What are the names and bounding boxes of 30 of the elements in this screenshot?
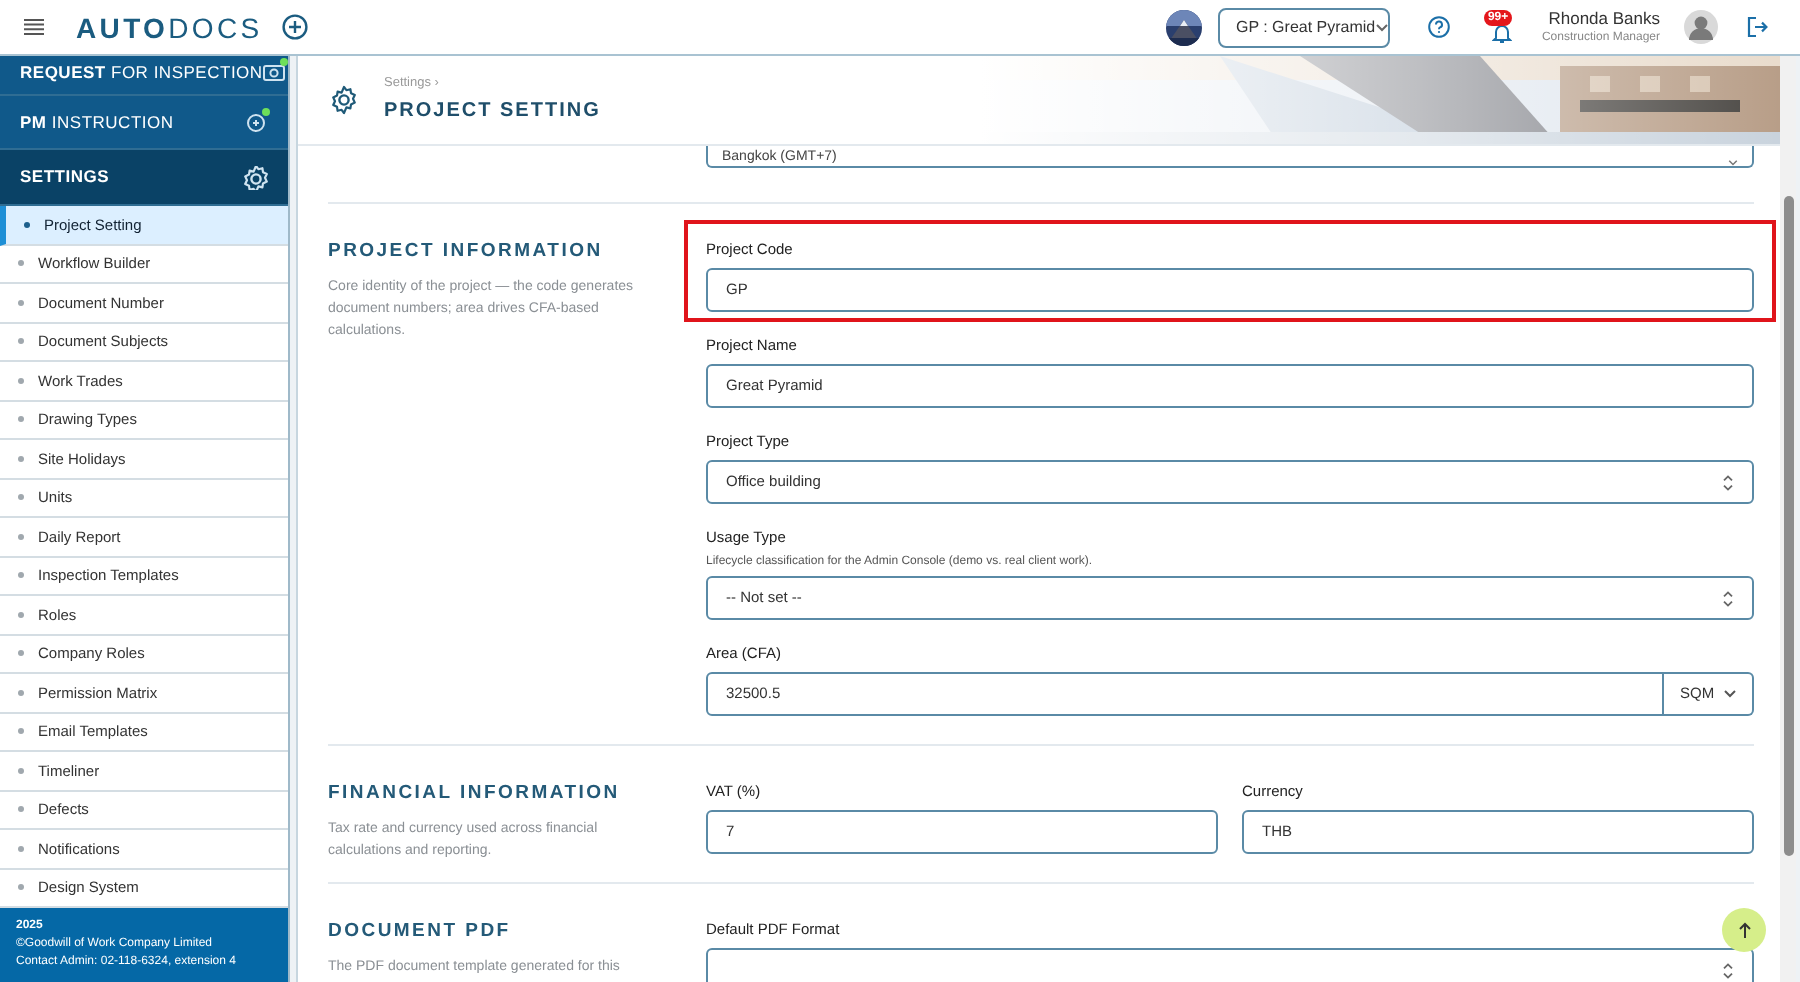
user-avatar[interactable] bbox=[1684, 10, 1718, 44]
sort-icon bbox=[1722, 589, 1734, 607]
instruction-icon bbox=[244, 110, 268, 135]
section-title: FINANCIAL INFORMATION bbox=[328, 782, 622, 806]
sort-icon bbox=[1722, 473, 1734, 491]
user-name: Rhonda Banks bbox=[1548, 10, 1660, 28]
logout-icon[interactable] bbox=[1746, 16, 1768, 38]
arrow-up-icon bbox=[1737, 922, 1751, 938]
page-title: PROJECT SETTING bbox=[384, 101, 601, 122]
module-item[interactable]: SETTINGS bbox=[0, 150, 288, 207]
module-item[interactable]: REQUEST FOR INSPECTION bbox=[0, 56, 288, 96]
sort-icon bbox=[1722, 961, 1734, 979]
camera-icon bbox=[262, 60, 287, 84]
app-logo: AUTO DOCS bbox=[76, 13, 263, 41]
module-item[interactable]: PM INSTRUCTION bbox=[0, 95, 288, 151]
settings-icon bbox=[244, 165, 268, 190]
select-field[interactable] bbox=[706, 948, 1754, 982]
section-title: DOCUMENT PDF bbox=[328, 920, 513, 944]
chevron-down-icon bbox=[1724, 690, 1736, 698]
chevron-down-icon bbox=[1375, 23, 1388, 31]
menu-icon[interactable] bbox=[24, 18, 44, 36]
project-avatar bbox=[1165, 9, 1202, 45]
help-icon[interactable] bbox=[1427, 16, 1450, 38]
section-title: PROJECT INFORMATION bbox=[328, 240, 605, 264]
add-icon[interactable] bbox=[282, 14, 309, 40]
project-select[interactable]: GP : Great Pyramid bbox=[1217, 7, 1390, 47]
scrollbar[interactable] bbox=[1780, 56, 1796, 982]
bell-icon[interactable] bbox=[1491, 21, 1512, 43]
chevron-down-icon bbox=[1728, 160, 1738, 166]
settings-icon bbox=[328, 84, 360, 116]
